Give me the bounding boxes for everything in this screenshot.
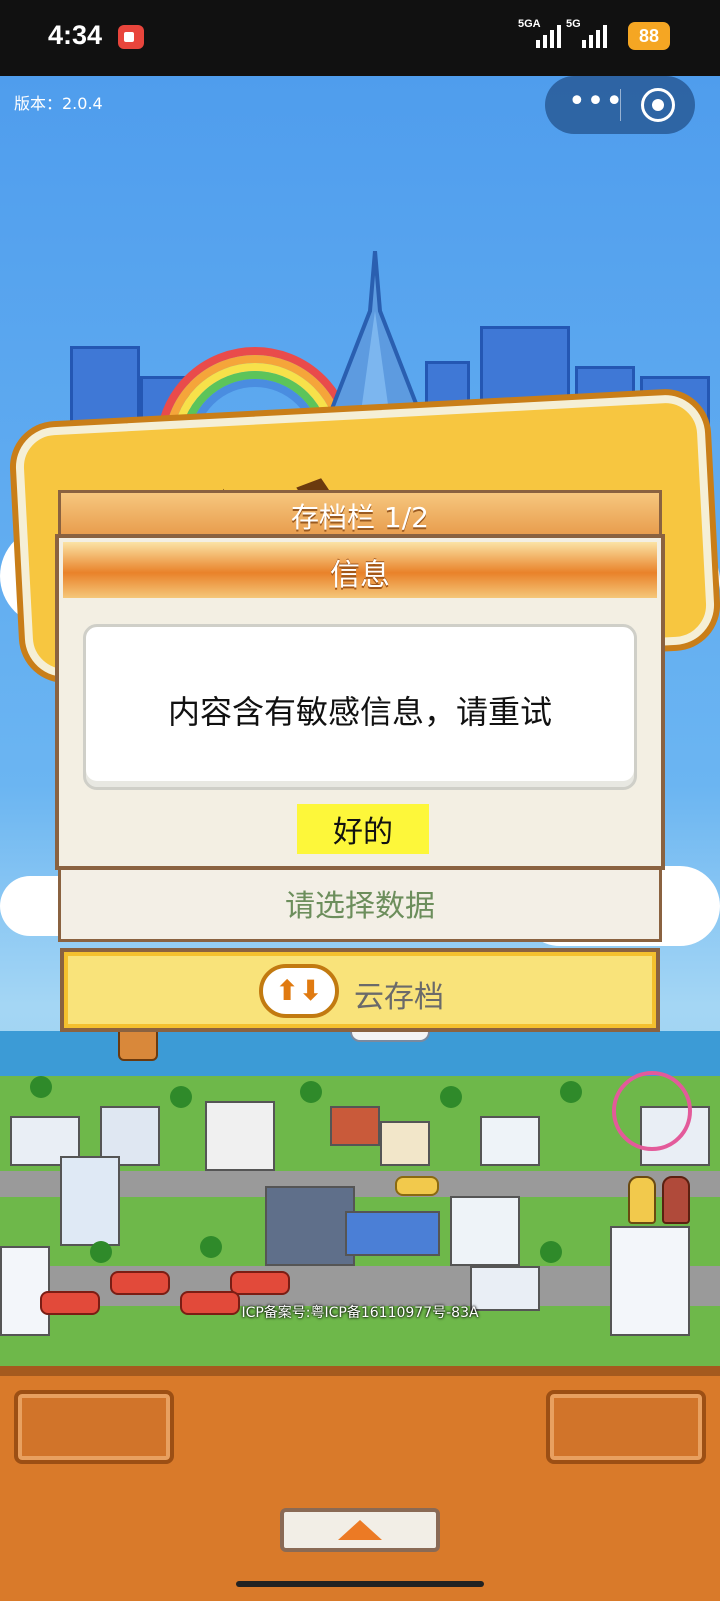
expand-up-button[interactable]: [280, 1508, 440, 1552]
bottom-menu-bar: [0, 1366, 720, 1601]
building: [205, 1101, 275, 1171]
house: [380, 1121, 430, 1166]
dialog-message: 内容含有敏感信息，请重试: [167, 693, 552, 731]
cloud-sync-icon: ⬆⬇: [259, 964, 339, 1018]
building: [265, 1186, 355, 1266]
building: [60, 1156, 120, 1246]
battery-indicator: 88: [628, 22, 670, 50]
character-icon: [628, 1176, 656, 1224]
tree: [30, 1076, 52, 1098]
message-box: 内容含有敏感信息，请重试: [83, 624, 637, 790]
building: [0, 1246, 50, 1336]
signal-bars-icon: [536, 24, 561, 48]
info-dialog: 信息 内容含有敏感信息，请重试 好的: [55, 534, 665, 870]
tree: [300, 1081, 322, 1103]
shop: [345, 1211, 440, 1256]
cloud-save-button[interactable]: ⬆⬇ 云存档: [60, 948, 660, 1032]
tree: [560, 1081, 582, 1103]
select-data-bar: 请选择数据: [58, 858, 662, 942]
car: [110, 1271, 170, 1295]
ok-button[interactable]: 好的: [297, 804, 429, 854]
icp-license: ICP备案号:粤ICP备16110977号-83A: [241, 1305, 479, 1321]
status-bar: 4:34 5GA 5G 88: [0, 0, 720, 76]
tree: [540, 1241, 562, 1263]
miniprogram-capsule: •••: [545, 76, 695, 134]
tree: [90, 1241, 112, 1263]
tree: [440, 1086, 462, 1108]
ferris-wheel-icon: [612, 1071, 692, 1151]
tree: [200, 1236, 222, 1258]
screen-record-icon: [118, 25, 144, 49]
tree: [170, 1086, 192, 1108]
taxi: [395, 1176, 439, 1196]
select-data-prompt: 请选择数据: [285, 889, 435, 924]
status-time: 4:34: [48, 20, 103, 50]
house: [330, 1106, 380, 1146]
version-label: 版本：2.0.4: [14, 94, 103, 113]
bottom-divider: [0, 1366, 720, 1376]
more-options-icon[interactable]: •••: [565, 80, 627, 130]
signal-bars-icon: [582, 24, 607, 48]
character-icon: [662, 1176, 690, 1224]
dialog-header: 信息: [63, 542, 657, 598]
building: [480, 1116, 540, 1166]
left-menu-slot[interactable]: [14, 1390, 174, 1464]
car: [230, 1271, 290, 1295]
home-indicator[interactable]: [236, 1581, 484, 1587]
signal-5g-label: 5G: [566, 18, 581, 30]
building: [450, 1196, 520, 1266]
close-miniprogram-icon[interactable]: [641, 88, 675, 122]
cloud-save-label: 云存档: [354, 980, 444, 1015]
right-menu-slot[interactable]: [546, 1390, 706, 1464]
dialog-title: 信息: [330, 558, 390, 593]
capsule-divider: [620, 89, 621, 121]
